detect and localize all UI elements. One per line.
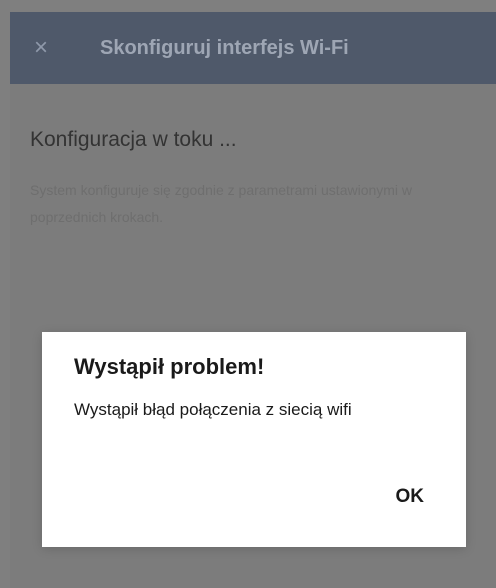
dialog-title: Wystąpił problem! (74, 354, 265, 379)
ok-button[interactable]: OK (396, 482, 425, 512)
dialog-message: Wystąpił błąd połączenia z siecią wifi (74, 400, 352, 419)
error-dialog: Wystąpił problem! Wystąpił błąd połączen… (42, 332, 466, 547)
